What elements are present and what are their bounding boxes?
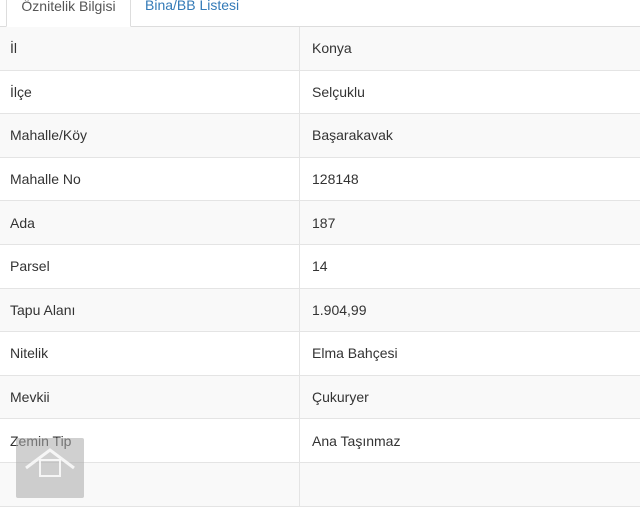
- table-row: Tapu Alanı 1.904,99: [0, 288, 640, 333]
- table-row: Parsel 14: [0, 244, 640, 289]
- tab-bar: Öznitelik Bilgisi Bina/BB Listesi: [0, 0, 640, 27]
- row-value: Çukuryer: [312, 389, 369, 406]
- row-label: İlçe: [0, 70, 300, 114]
- table-row: [0, 462, 640, 507]
- table-row: Zemin Tip Ana Taşınmaz: [0, 419, 640, 463]
- row-label: İl: [0, 27, 300, 70]
- row-value: 187: [312, 214, 336, 231]
- row-value: 128148: [312, 171, 359, 188]
- row-value: 14: [312, 258, 328, 275]
- tab-bina-bb-listesi[interactable]: Bina/BB Listesi: [145, 0, 239, 26]
- tab-oznitelik-bilgisi[interactable]: Öznitelik Bilgisi: [6, 0, 131, 27]
- table-row: Mahalle No 128148: [0, 157, 640, 202]
- row-label: Mahalle/Köy: [0, 114, 300, 157]
- row-value: Konya: [312, 40, 352, 57]
- row-value: 1.904,99: [312, 301, 367, 318]
- row-value: Ana Taşınmaz: [312, 432, 401, 449]
- row-value: Başarakavak: [312, 127, 393, 144]
- attribute-table: İl Konya İlçe Selçuklu Mahalle/Köy Başar…: [0, 27, 640, 507]
- table-row: Ada 187: [0, 201, 640, 245]
- table-row: İlçe Selçuklu: [0, 70, 640, 115]
- table-row: Mahalle/Köy Başarakavak: [0, 114, 640, 158]
- row-label: Parsel: [0, 244, 300, 288]
- row-value: Selçuklu: [312, 83, 365, 100]
- table-row: İl Konya: [0, 27, 640, 71]
- table-row: Nitelik Elma Bahçesi: [0, 332, 640, 376]
- table-row: Mevkii Çukuryer: [0, 375, 640, 420]
- watermark-logo-icon: [25, 448, 75, 477]
- row-label: Ada: [0, 201, 300, 244]
- row-label: Tapu Alanı: [0, 288, 300, 332]
- watermark-logo-icon: [16, 438, 84, 498]
- row-label: Nitelik: [0, 332, 300, 375]
- row-label: Mevkii: [0, 375, 300, 419]
- row-label: Mahalle No: [0, 157, 300, 201]
- row-value: Elma Bahçesi: [312, 345, 398, 362]
- row-value: [300, 463, 640, 506]
